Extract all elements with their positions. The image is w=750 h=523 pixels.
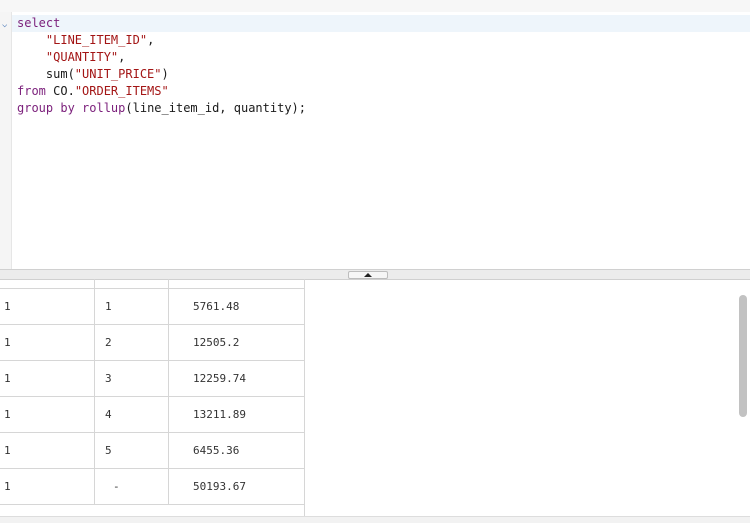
code-line[interactable]: sum("UNIT_PRICE") xyxy=(17,66,306,83)
cell-line-item-id: 1 xyxy=(4,300,11,313)
grid-header xyxy=(0,279,304,289)
code-token: ) xyxy=(161,67,169,81)
cell-line-item-id: 1 xyxy=(4,336,11,349)
table-row[interactable]: 1 1 5761.48 xyxy=(0,289,304,325)
table-row[interactable]: 1 4 13211.89 xyxy=(0,397,304,433)
collapse-up-icon[interactable] xyxy=(348,271,388,279)
code-token: from xyxy=(17,84,46,98)
code-token: , xyxy=(147,33,155,47)
code-token: sum( xyxy=(17,67,75,81)
code-token: CO. xyxy=(45,84,75,98)
code-token: rollup xyxy=(82,101,126,115)
code-token: , xyxy=(118,50,126,64)
cell-sum-unit-price: 50193.67 xyxy=(168,469,304,504)
cell-quantity: 1 xyxy=(94,289,167,324)
code-line[interactable]: group by rollup(line_item_id, quantity); xyxy=(17,100,306,117)
table-row[interactable]: 1 - 50193.67 xyxy=(0,469,304,505)
cell-sum-unit-price: 13211.89 xyxy=(168,397,304,432)
table-row[interactable]: 1 5 6455.36 xyxy=(0,433,304,469)
sql-code[interactable]: select "LINE_ITEM_ID", "QUANTITY", sum("… xyxy=(17,15,306,117)
cell-quantity: 2 xyxy=(94,325,167,360)
code-line[interactable]: "QUANTITY", xyxy=(17,49,306,66)
cell-sum-unit-price: 12505.2 xyxy=(168,325,304,360)
vertical-scrollbar[interactable] xyxy=(739,295,747,417)
code-token: "UNIT_PRICE" xyxy=(74,67,162,81)
editor-gutter: ⌵ xyxy=(0,12,12,269)
cell-sum-unit-price: 5761.48 xyxy=(168,289,304,324)
cell-line-item-id: 1 xyxy=(4,408,11,421)
cell-quantity: 4 xyxy=(94,397,167,432)
top-bar xyxy=(0,0,750,12)
code-token: group by xyxy=(17,101,75,115)
code-line[interactable]: select xyxy=(17,15,306,32)
cell-quantity: - xyxy=(94,469,167,504)
code-token: "QUANTITY" xyxy=(45,50,119,64)
sql-editor[interactable]: ⌵ select "LINE_ITEM_ID", "QUANTITY", sum… xyxy=(0,12,750,270)
code-line[interactable]: "LINE_ITEM_ID", xyxy=(17,32,306,49)
table-row[interactable]: 1 3 12259.74 xyxy=(0,361,304,397)
code-token: "LINE_ITEM_ID" xyxy=(45,33,148,47)
results-grid[interactable]: 1 1 5761.48 1 2 12505.2 1 3 12259.74 1 4… xyxy=(0,279,305,522)
cell-line-item-id: 1 xyxy=(4,480,11,493)
table-row[interactable]: 1 2 12505.2 xyxy=(0,325,304,361)
code-line[interactable]: from CO."ORDER_ITEMS" xyxy=(17,83,306,100)
cell-sum-unit-price: 12259.74 xyxy=(168,361,304,396)
cell-sum-unit-price: 6455.36 xyxy=(168,433,304,468)
code-token: select xyxy=(17,16,61,30)
chevron-down-icon[interactable]: ⌵ xyxy=(2,21,7,30)
cell-quantity: 3 xyxy=(94,361,167,396)
code-token: (line_item_id, quantity); xyxy=(125,101,307,115)
cell-line-item-id: 1 xyxy=(4,372,11,385)
cell-line-item-id: 1 xyxy=(4,444,11,457)
code-token: "ORDER_ITEMS" xyxy=(74,84,169,98)
cell-quantity: 5 xyxy=(94,433,167,468)
